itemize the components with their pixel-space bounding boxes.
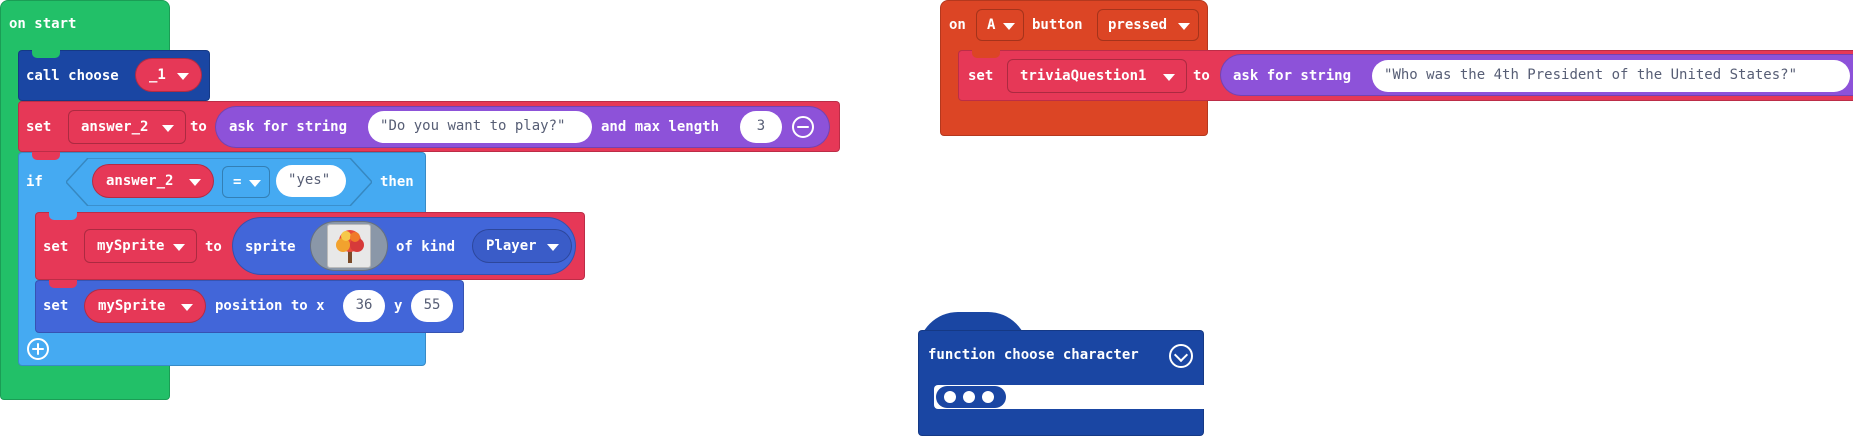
position-variable-dropdown[interactable]: mySprite [84, 289, 206, 323]
answer-variable-value: answer_2 [81, 119, 149, 135]
notch [972, 50, 1000, 58]
dot-icon [963, 391, 975, 403]
max-length-input[interactable]: 3 [740, 111, 782, 143]
chevron-down-icon [1178, 23, 1190, 30]
condition-variable-value: answer_2 [106, 173, 174, 189]
chevron-down-icon [1163, 74, 1175, 81]
quote-close: " [321, 172, 331, 188]
chevron-down-icon [181, 304, 193, 311]
button-key-value: A [987, 17, 996, 33]
on-label: on [949, 17, 966, 33]
function-label: function choose character [928, 347, 1139, 363]
sprite-image [327, 224, 371, 268]
to-label: to [190, 119, 207, 135]
max-length-label: and max length [601, 119, 720, 135]
operator-value: = [233, 174, 242, 190]
call-arg-dropdown[interactable]: _1 [135, 58, 202, 92]
y-input[interactable]: 55 [411, 290, 453, 322]
sprite-variable-dropdown[interactable]: mySprite [84, 229, 197, 263]
ask-label: ask for string [229, 119, 348, 135]
position-to-label: position to x [215, 298, 325, 314]
chevron-down-icon [162, 125, 174, 132]
dot-icon [982, 391, 994, 403]
prompt-string-input[interactable]: "Do you want to play?" [368, 111, 592, 143]
event-value: pressed [1108, 17, 1168, 33]
call-arg-value: _1 [149, 67, 166, 83]
add-else-icon[interactable] [27, 338, 49, 360]
condition-variable-dropdown[interactable]: answer_2 [92, 164, 214, 198]
trivia-variable-dropdown[interactable]: triviaQuestion1 [1007, 59, 1187, 93]
sprite-variable-value: mySprite [97, 238, 165, 254]
of-kind-label: of kind [396, 239, 456, 255]
chevron-down-icon [1003, 23, 1015, 30]
notch [49, 212, 77, 220]
chevron-down-icon [189, 179, 201, 186]
then-label: then [380, 174, 414, 190]
notch [49, 280, 77, 288]
x-input[interactable]: 36 [343, 290, 385, 322]
button-label: button [1032, 17, 1083, 33]
on-start-label: on start [9, 16, 77, 32]
trivia-variable-value: triviaQuestion1 [1020, 68, 1147, 84]
notch [32, 50, 60, 58]
operator-dropdown[interactable]: = [222, 166, 270, 198]
set-label: set [43, 239, 69, 255]
compare-string-input[interactable]: "yes" [276, 165, 346, 197]
position-variable-value: mySprite [98, 298, 166, 314]
ask-label: ask for string [1233, 68, 1352, 84]
tree-icon [336, 230, 364, 263]
chevron-down-icon [249, 180, 261, 187]
chevron-down-icon [177, 73, 189, 80]
set-label: set [26, 119, 52, 135]
collapse-chevron-icon[interactable] [1169, 344, 1193, 368]
y-label: y [394, 298, 403, 314]
chevron-down-icon [173, 244, 185, 251]
quote-close: " [557, 118, 566, 134]
prompt-text: Do you want to play? [388, 118, 558, 134]
quote-close: " [1788, 67, 1798, 83]
chevron-down-icon [547, 244, 559, 251]
dot-icon [944, 391, 956, 403]
to-label: to [205, 239, 222, 255]
trivia-prompt-input[interactable]: "Who was the 4th President of the United… [1372, 60, 1850, 92]
event-dropdown[interactable]: pressed [1097, 9, 1199, 41]
set-label: set [968, 68, 994, 84]
minus-circle-icon[interactable] [792, 116, 814, 138]
to-label: to [1193, 68, 1210, 84]
call-choose-label: call choose [26, 68, 119, 84]
button-key-dropdown[interactable]: A [976, 9, 1024, 41]
answer-variable-dropdown[interactable]: answer_2 [68, 110, 186, 144]
compare-text: yes [296, 172, 322, 188]
kind-value: Player [486, 238, 537, 254]
sprite-label: sprite [245, 239, 296, 255]
set-label: set [43, 298, 69, 314]
notch [32, 152, 60, 160]
if-label: if [26, 174, 43, 190]
kind-dropdown[interactable]: Player [472, 229, 572, 263]
trivia-prompt-text: Who was the 4th President of the United … [1392, 67, 1789, 83]
